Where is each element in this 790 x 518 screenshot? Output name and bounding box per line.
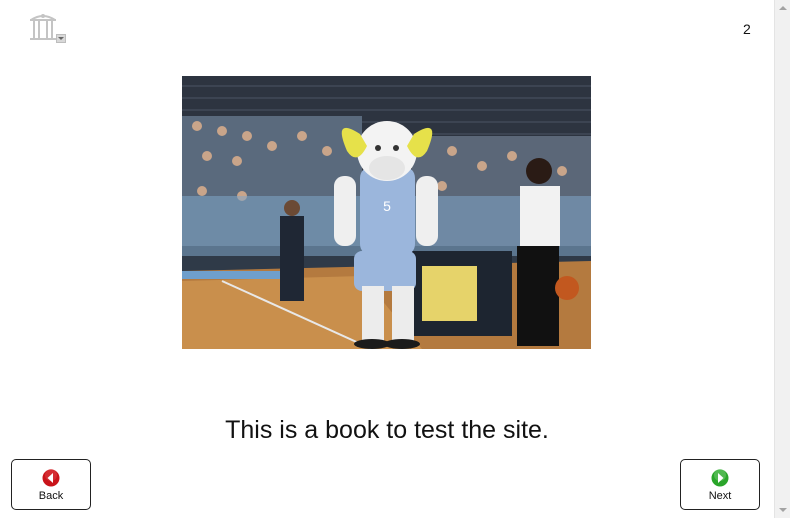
svg-text:5: 5 — [383, 198, 391, 214]
vertical-scrollbar[interactable] — [774, 0, 790, 518]
next-label: Next — [708, 490, 732, 502]
chevron-down-icon[interactable] — [56, 34, 66, 43]
page-caption: This is a book to test the site. — [225, 416, 549, 444]
old-well-logo-icon — [30, 14, 56, 40]
scroll-down-icon[interactable] — [779, 508, 787, 512]
scroll-up-icon[interactable] — [779, 6, 787, 10]
logo-menu[interactable] — [26, 9, 66, 45]
next-button[interactable]: Next — [680, 459, 760, 510]
back-label: Back — [38, 490, 64, 502]
left-arrow-icon — [42, 469, 60, 487]
page-number: 2 — [743, 21, 751, 37]
book-photo: 5 — [182, 76, 591, 349]
back-button[interactable]: Back — [11, 459, 91, 510]
right-arrow-icon — [711, 469, 729, 487]
